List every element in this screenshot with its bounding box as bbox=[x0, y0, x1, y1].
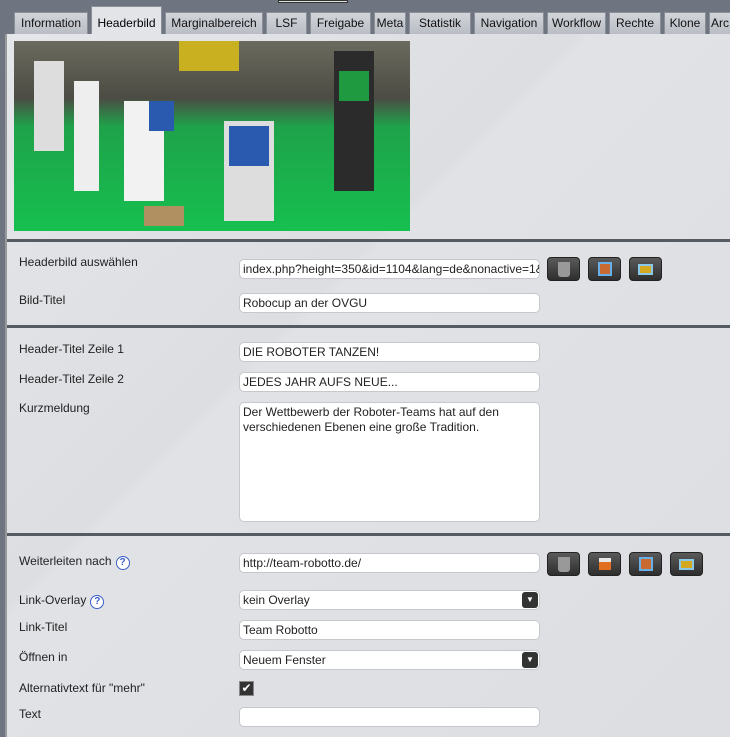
home-icon bbox=[598, 558, 611, 570]
header-title-2-label: Header-Titel Zeile 2 bbox=[19, 372, 124, 386]
delete-image-button[interactable] bbox=[547, 257, 580, 281]
header-image-preview bbox=[14, 41, 410, 231]
alt-text-label: Alternativtext für "mehr" bbox=[19, 681, 145, 695]
bild-titel-label: Bild-Titel bbox=[19, 293, 66, 307]
help-icon[interactable]: ? bbox=[115, 556, 130, 570]
section-divider bbox=[7, 239, 730, 242]
header-title-1-label: Header-Titel Zeile 1 bbox=[19, 342, 124, 356]
link-title-label: Link-Titel bbox=[19, 620, 68, 634]
delete-link-button[interactable] bbox=[547, 552, 580, 576]
checkmark-icon: ✔ bbox=[241, 681, 252, 695]
kurzmeldung-label: Kurzmeldung bbox=[19, 401, 90, 415]
home-link-button[interactable] bbox=[588, 552, 621, 576]
tab-navigation[interactable]: Navigation bbox=[474, 12, 544, 34]
kurzmeldung-textarea[interactable]: Der Wettbewerb der Roboter-Teams hat auf… bbox=[239, 402, 540, 522]
gallery-link-button[interactable] bbox=[670, 552, 703, 576]
gallery-image-button[interactable] bbox=[629, 257, 662, 281]
redirect-label: Weiterleiten nach? bbox=[19, 554, 130, 570]
tab-headerbild[interactable]: Headerbild bbox=[91, 6, 162, 34]
header-title-2-input[interactable]: JEDES JAHR AUFS NEUE... bbox=[239, 372, 540, 392]
chevron-down-icon: ▼ bbox=[522, 652, 538, 668]
bild-titel-input[interactable]: Robocup an der OVGU bbox=[239, 293, 540, 313]
headerbild-label: Headerbild auswählen bbox=[19, 255, 138, 269]
open-in-select[interactable]: Neuem Fenster ▼ bbox=[239, 650, 540, 670]
overlay-label: Link-Overlay? bbox=[19, 593, 105, 609]
section-divider bbox=[7, 325, 730, 328]
image-gallery-icon bbox=[638, 263, 653, 275]
text-input[interactable] bbox=[239, 707, 540, 727]
trash-icon bbox=[557, 261, 570, 277]
overlay-value: kein Overlay bbox=[243, 593, 310, 607]
overlay-select[interactable]: kein Overlay ▼ bbox=[239, 590, 540, 610]
headerbild-input[interactable]: index.php?height=350&id=1104&lang=de&non… bbox=[239, 259, 540, 279]
redirect-label-text: Weiterleiten nach bbox=[19, 554, 112, 568]
link-title-input[interactable]: Team Robotto bbox=[239, 620, 540, 640]
top-handle bbox=[278, 0, 348, 3]
trash-icon bbox=[557, 556, 570, 572]
chevron-down-icon: ▼ bbox=[522, 592, 538, 608]
tab-meta[interactable]: Meta bbox=[374, 12, 406, 34]
image-browser-icon bbox=[638, 557, 653, 571]
tab-lsf[interactable]: LSF bbox=[266, 12, 307, 34]
image-browser-icon bbox=[597, 262, 612, 276]
tab-rechte[interactable]: Rechte bbox=[609, 12, 661, 34]
tab-klone[interactable]: Klone bbox=[664, 12, 706, 34]
header-title-1-input[interactable]: DIE ROBOTER TANZEN! bbox=[239, 342, 540, 362]
image-gallery-icon bbox=[679, 558, 694, 570]
section-divider bbox=[7, 533, 730, 536]
tab-archiv[interactable]: Arc bbox=[709, 12, 730, 34]
redirect-input[interactable]: http://team-robotto.de/ bbox=[239, 553, 540, 573]
text-label: Text bbox=[19, 707, 42, 721]
help-icon[interactable]: ? bbox=[90, 595, 105, 609]
open-in-value: Neuem Fenster bbox=[243, 653, 326, 667]
tab-panel: Headerbild auswählen index.php?height=35… bbox=[5, 34, 730, 737]
tab-workflow[interactable]: Workflow bbox=[547, 12, 606, 34]
tab-bar: Information Headerbild Marginalbereich L… bbox=[14, 6, 730, 34]
tab-statistik[interactable]: Statistik bbox=[409, 12, 471, 34]
alt-text-checkbox[interactable]: ✔ bbox=[239, 681, 254, 696]
overlay-label-text: Link-Overlay bbox=[19, 593, 87, 607]
tab-information[interactable]: Information bbox=[14, 12, 88, 34]
browse-image-button[interactable] bbox=[588, 257, 621, 281]
tab-marginalbereich[interactable]: Marginalbereich bbox=[165, 12, 263, 34]
robots-photo bbox=[34, 41, 374, 226]
open-in-label: Öffnen in bbox=[19, 650, 68, 664]
browse-link-button[interactable] bbox=[629, 552, 662, 576]
tab-freigabe[interactable]: Freigabe bbox=[310, 12, 371, 34]
